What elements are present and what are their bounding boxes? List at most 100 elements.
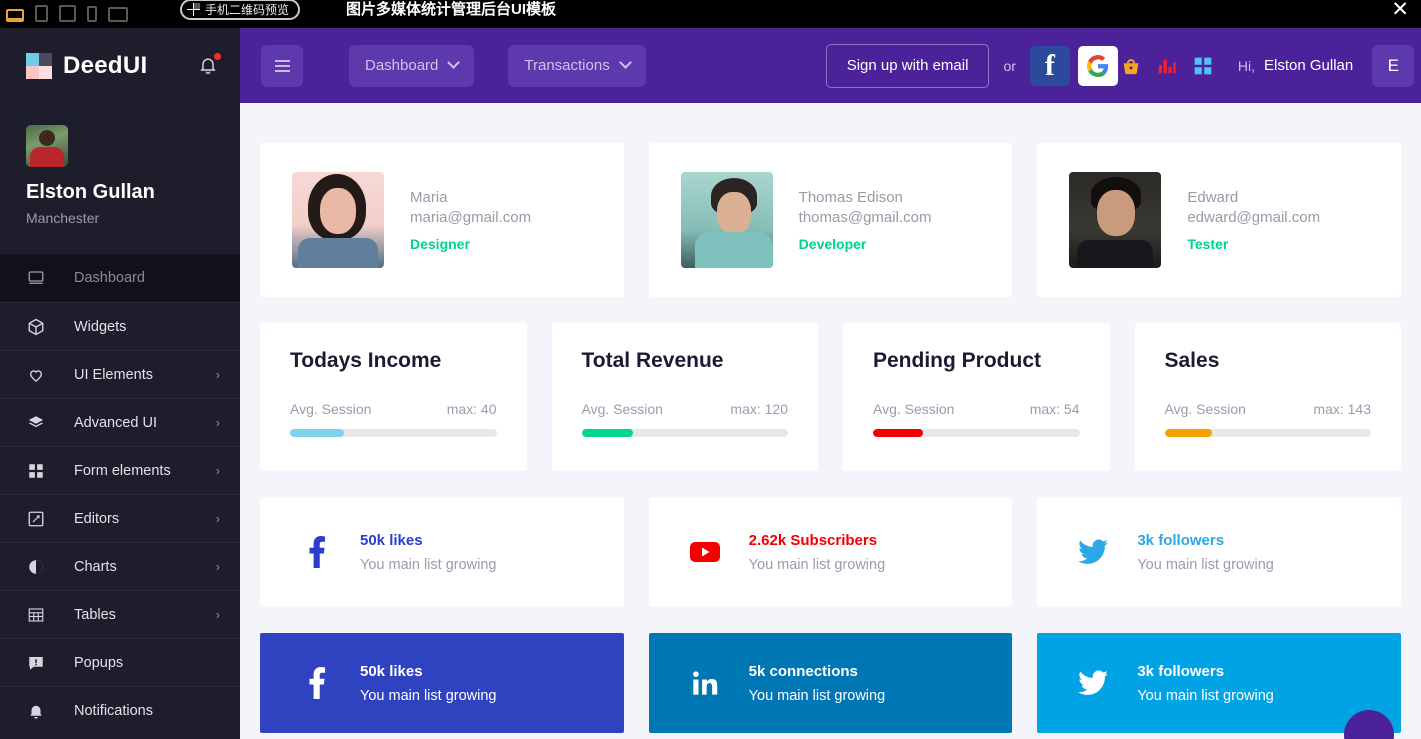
- google-signup-button[interactable]: [1078, 46, 1118, 86]
- stat-max-value: max: 54: [1030, 401, 1080, 417]
- sidebar-item-label: Form elements: [74, 463, 171, 479]
- sidebar-item-label: Popups: [74, 655, 123, 671]
- person-card[interactable]: Maria maria@gmail.com Designer: [260, 143, 624, 297]
- or-separator-label: or: [1003, 58, 1015, 74]
- stat-card: Total Revenue Avg. Session max: 120: [552, 323, 819, 471]
- sidebar-item-form-elements[interactable]: Form elements ›: [0, 446, 240, 494]
- tablet-preview-icon[interactable]: [35, 5, 48, 22]
- tablet-landscape-preview-icon[interactable]: [59, 5, 76, 22]
- progress-track: [1165, 429, 1372, 437]
- sidebar-item-label: Charts: [74, 559, 117, 575]
- pie-chart-icon: [26, 557, 46, 577]
- person-photo: [292, 172, 384, 268]
- heart-icon: [26, 365, 46, 385]
- qr-preview-button[interactable]: 手机二维码预览: [180, 0, 300, 20]
- main-content: Maria maria@gmail.com Designer Thomas Ed…: [240, 103, 1421, 739]
- stat-max-value: max: 40: [447, 401, 497, 417]
- sidebar-brand[interactable]: DeedUI: [0, 28, 240, 103]
- person-card[interactable]: Edward edward@gmail.com Tester: [1037, 143, 1401, 297]
- alert-message-icon: [26, 653, 46, 673]
- person-card[interactable]: Thomas Edison thomas@gmail.com Developer: [649, 143, 1013, 297]
- social-subtitle: You main list growing: [1137, 557, 1273, 573]
- social-solid-card-facebook[interactable]: 50k likes You main list growing: [260, 633, 624, 733]
- sidebar-toggle-button[interactable]: [261, 45, 303, 87]
- stat-label: Avg. Session: [1165, 401, 1246, 417]
- sidebar-item-editors[interactable]: Editors ›: [0, 494, 240, 542]
- brand-name: DeedUI: [63, 52, 148, 80]
- social-metric: 3k followers: [1137, 532, 1273, 549]
- desktop-preview-icon[interactable]: [6, 9, 24, 22]
- device-preview-toggles[interactable]: [0, 0, 128, 28]
- bell-icon: [26, 701, 46, 721]
- google-icon: [1087, 55, 1109, 77]
- notification-bell-button[interactable]: [198, 54, 220, 78]
- profile-location: Manchester: [26, 210, 240, 226]
- close-icon[interactable]: ✕: [1391, 0, 1409, 24]
- progress-fill: [873, 429, 923, 437]
- social-subtitle: You main list growing: [1137, 688, 1273, 704]
- nav-dropdown-transactions[interactable]: Transactions: [508, 45, 645, 87]
- sidebar: DeedUI Elston Gullan Manchester Dashboar…: [0, 28, 240, 739]
- sidebar-item-charts[interactable]: Charts ›: [0, 542, 240, 590]
- sidebar-item-tables[interactable]: Tables ›: [0, 590, 240, 638]
- chevron-right-icon: ›: [216, 368, 220, 381]
- social-solid-card-twitter[interactable]: 3k followers You main list growing: [1037, 633, 1401, 733]
- sidebar-item-popups[interactable]: Popups: [0, 638, 240, 686]
- social-card-youtube[interactable]: 2.62k Subscribers You main list growing: [649, 497, 1013, 607]
- social-solid-row: 50k likes You main list growing 5k conne…: [240, 633, 1421, 733]
- sidebar-item-ui-elements[interactable]: UI Elements ›: [0, 350, 240, 398]
- stat-label: Avg. Session: [873, 401, 954, 417]
- browser-chrome-strip: 手机二维码预览 图片多媒体统计管理后台UI模板 ✕: [0, 0, 1421, 28]
- page-title: 图片多媒体统计管理后台UI模板: [346, 0, 556, 19]
- social-metric: 5k connections: [749, 663, 885, 680]
- qr-code-icon: [187, 3, 200, 16]
- nav-dropdown-label: Dashboard: [365, 57, 438, 74]
- stat-cards-row: Todays Income Avg. Session max: 40 Total…: [240, 323, 1421, 471]
- progress-fill: [1165, 429, 1212, 437]
- stat-title: Sales: [1165, 349, 1372, 373]
- person-role: Tester: [1187, 236, 1320, 252]
- sidebar-item-dashboard[interactable]: Dashboard: [0, 254, 240, 302]
- social-subtitle: You main list growing: [749, 688, 885, 704]
- stat-card: Pending Product Avg. Session max: 54: [843, 323, 1110, 471]
- social-subtitle: You main list growing: [749, 557, 885, 573]
- top-navbar: Dashboard Transactions Sign up with emai…: [240, 28, 1421, 103]
- avatar: [26, 125, 68, 167]
- phone-landscape-preview-icon[interactable]: [108, 7, 128, 22]
- social-solid-card-linkedin[interactable]: 5k connections You main list growing: [649, 633, 1013, 733]
- notification-badge-dot: [214, 53, 221, 60]
- person-name: Thomas Edison: [799, 189, 932, 206]
- person-photo: [1069, 172, 1161, 268]
- stat-label: Avg. Session: [582, 401, 663, 417]
- person-email: thomas@gmail.com: [799, 209, 932, 226]
- social-stats-row: 50k likes You main list growing 2.62k Su…: [240, 497, 1421, 607]
- progress-fill: [582, 429, 634, 437]
- sidebar-item-notifications[interactable]: Notifications: [0, 686, 240, 734]
- user-avatar-button[interactable]: E: [1372, 45, 1414, 87]
- phone-preview-icon[interactable]: [87, 6, 97, 22]
- youtube-icon: [685, 541, 725, 563]
- twitter-icon: [1073, 539, 1113, 565]
- facebook-signup-button[interactable]: f: [1030, 46, 1070, 86]
- table-icon: [26, 605, 46, 625]
- social-metric: 2.62k Subscribers: [749, 532, 885, 549]
- chevron-right-icon: ›: [216, 512, 220, 525]
- social-card-facebook[interactable]: 50k likes You main list growing: [260, 497, 624, 607]
- chevron-down-icon: [448, 56, 461, 69]
- apps-grid-icon[interactable]: [1190, 53, 1216, 79]
- person-email: edward@gmail.com: [1187, 209, 1320, 226]
- sidebar-item-label: Notifications: [74, 703, 153, 719]
- social-metric: 3k followers: [1137, 663, 1273, 680]
- sidebar-profile: Elston Gullan Manchester: [0, 103, 240, 242]
- nav-dropdown-dashboard[interactable]: Dashboard: [349, 45, 474, 87]
- basket-icon[interactable]: [1118, 53, 1144, 79]
- bar-chart-icon[interactable]: [1154, 53, 1180, 79]
- chevron-right-icon: ›: [216, 560, 220, 573]
- social-card-twitter[interactable]: 3k followers You main list growing: [1037, 497, 1401, 607]
- sidebar-item-widgets[interactable]: Widgets: [0, 302, 240, 350]
- signup-with-email-button[interactable]: Sign up with email: [826, 44, 990, 88]
- navbar-right-actions: Hi, Elston Gullan E: [1118, 45, 1414, 87]
- navbar-user-name: Elston Gullan: [1264, 57, 1353, 74]
- sidebar-item-advanced-ui[interactable]: Advanced UI ›: [0, 398, 240, 446]
- social-metric: 50k likes: [360, 532, 496, 549]
